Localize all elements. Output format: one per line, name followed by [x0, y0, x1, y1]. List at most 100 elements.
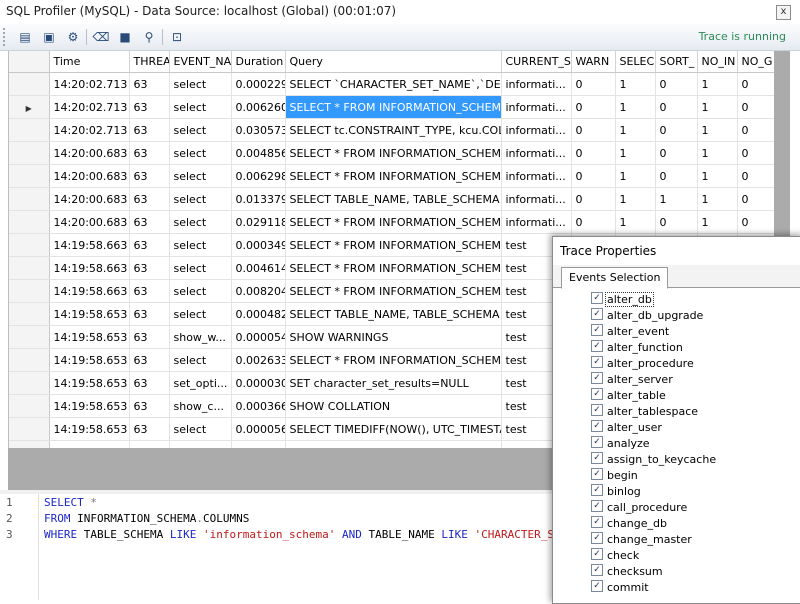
event-checkbox[interactable]: ✓: [591, 564, 603, 576]
event-checkbox[interactable]: ✓: [591, 308, 603, 320]
event-item[interactable]: ✓ assign_to_keycache: [591, 452, 717, 468]
cell-time[interactable]: 14:19:58.653: [49, 325, 130, 349]
cell-query[interactable]: SHOW WARNINGS: [285, 325, 502, 349]
cell-event-na[interactable]: select: [169, 279, 232, 303]
cell-current-s[interactable]: informati...: [501, 187, 572, 211]
cell-threa[interactable]: 63: [129, 417, 170, 441]
cell-current-s[interactable]: informati...: [501, 72, 572, 96]
cell-time[interactable]: 14:20:00.683: [49, 141, 130, 165]
event-checkbox[interactable]: ✓: [591, 532, 603, 544]
cell-duration[interactable]: 0.006260: [231, 95, 286, 119]
cell-sort[interactable]: 1: [655, 187, 698, 211]
cell-time[interactable]: 14:20:00.683: [49, 164, 130, 188]
cell-warn[interactable]: 0: [571, 210, 616, 234]
row-header[interactable]: [9, 164, 50, 188]
event-item[interactable]: ✓ alter_db_upgrade: [591, 308, 704, 324]
event-checkbox[interactable]: ✓: [591, 356, 603, 368]
event-item[interactable]: ✓ alter_event: [591, 324, 670, 340]
cell-no-in[interactable]: 1: [697, 72, 738, 96]
row-header[interactable]: ▶: [9, 95, 50, 119]
cell-query[interactable]: SHOW VARIABLES: [285, 440, 502, 448]
cell-sort[interactable]: 0: [655, 164, 698, 188]
cell-event-na[interactable]: select: [169, 256, 232, 280]
row-header[interactable]: [9, 256, 50, 280]
event-checkbox[interactable]: ✓: [591, 420, 603, 432]
cell-selec[interactable]: 1: [615, 95, 656, 119]
cell-duration[interactable]: 0.000030: [231, 371, 286, 395]
cell-query[interactable]: SELECT `CHARACTER_SET_NAME`,`DEFA...: [285, 72, 502, 96]
cell-current-s[interactable]: informati...: [501, 210, 572, 234]
event-checkbox[interactable]: ✓: [591, 324, 603, 336]
event-item[interactable]: ✓ change_master: [591, 532, 693, 548]
cell-threa[interactable]: 63: [129, 302, 170, 326]
table-row[interactable]: 14:20:00.683 63 select 0.006298 SELECT * FRO…: [9, 164, 775, 188]
cell-threa[interactable]: 63: [129, 187, 170, 211]
cell-no-in[interactable]: 1: [697, 95, 738, 119]
cell-time[interactable]: 14:20:00.683: [49, 210, 130, 234]
event-item[interactable]: ✓ alter_server: [591, 372, 674, 388]
cell-time[interactable]: 14:19:58.653: [49, 417, 130, 441]
column-header[interactable]: NO_IN: [697, 51, 738, 73]
event-item[interactable]: ✓ alter_tablespace: [591, 404, 699, 420]
cell-no-g[interactable]: 0: [737, 72, 775, 96]
row-header[interactable]: [9, 279, 50, 303]
cell-current-s[interactable]: informati...: [501, 118, 572, 142]
event-item[interactable]: ✓ analyze: [591, 436, 651, 452]
cell-selec[interactable]: 1: [615, 118, 656, 142]
cell-duration[interactable]: 0.013379: [231, 187, 286, 211]
cell-no-g[interactable]: 0: [737, 95, 775, 119]
cell-query[interactable]: SELECT * FROM INFORMATION_SCHEMA...: [285, 95, 502, 119]
column-header[interactable]: WARN: [571, 51, 616, 73]
cell-selec[interactable]: 1: [615, 187, 656, 211]
cell-time[interactable]: 14:20:02.713: [49, 118, 130, 142]
cell-duration[interactable]: 0.001155: [231, 440, 286, 448]
cell-sort[interactable]: 0: [655, 210, 698, 234]
event-item[interactable]: ✓ alter_user: [591, 420, 663, 436]
code-line[interactable]: FROM INFORMATION_SCHEMA.COLUMNS: [44, 512, 249, 525]
cell-threa[interactable]: 63: [129, 394, 170, 418]
cell-no-in[interactable]: 1: [697, 141, 738, 165]
cell-time[interactable]: 14:19:58.663: [49, 233, 130, 257]
cell-threa[interactable]: 63: [129, 440, 170, 448]
event-checkbox[interactable]: ✓: [591, 468, 603, 480]
row-header[interactable]: [9, 72, 50, 96]
cell-time[interactable]: 14:19:58.653: [49, 440, 130, 448]
cell-sort[interactable]: 0: [655, 95, 698, 119]
cell-duration[interactable]: 0.000366: [231, 394, 286, 418]
row-header[interactable]: [9, 417, 50, 441]
cell-threa[interactable]: 63: [129, 371, 170, 395]
cell-warn[interactable]: 0: [571, 141, 616, 165]
event-checkbox[interactable]: ✓: [591, 516, 603, 528]
cell-selec[interactable]: 1: [615, 210, 656, 234]
cell-time[interactable]: 14:20:00.683: [49, 187, 130, 211]
cell-duration[interactable]: 0.000056: [231, 417, 286, 441]
event-item[interactable]: ✓ check: [591, 548, 640, 564]
cell-selec[interactable]: 1: [615, 72, 656, 96]
table-row[interactable]: 14:20:00.683 63 select 0.013379 SELECT TABLE…: [9, 187, 775, 211]
cell-event-na[interactable]: select: [169, 95, 232, 119]
table-row[interactable]: 14:20:00.683 63 select 0.004856 SELECT * FRO…: [9, 141, 775, 165]
cell-event-na[interactable]: select: [169, 187, 232, 211]
cell-query[interactable]: SELECT * FROM INFORMATION_SCHEM...: [285, 210, 502, 234]
cell-event-na[interactable]: show_w...: [169, 325, 232, 349]
row-header[interactable]: [9, 348, 50, 372]
cell-sort[interactable]: 0: [655, 118, 698, 142]
close-icon[interactable]: x: [776, 5, 791, 20]
cell-event-na[interactable]: select: [169, 72, 232, 96]
cell-query[interactable]: SET character_set_results=NULL: [285, 371, 502, 395]
cell-current-s[interactable]: informati...: [501, 141, 572, 165]
cell-duration[interactable]: 0.029118: [231, 210, 286, 234]
cell-no-g[interactable]: 0: [737, 187, 775, 211]
event-checkbox[interactable]: ✓: [591, 404, 603, 416]
toolbar-grip[interactable]: [3, 28, 8, 46]
cell-event-na[interactable]: select: [169, 210, 232, 234]
cell-current-s[interactable]: informati...: [501, 164, 572, 188]
cell-warn[interactable]: 0: [571, 187, 616, 211]
table-row[interactable]: ▶ 14:20:02.713 63 select 0.006260 SELECT * FR…: [9, 95, 775, 119]
row-header[interactable]: [9, 371, 50, 395]
cell-no-g[interactable]: 0: [737, 141, 775, 165]
cell-duration[interactable]: 0.008204: [231, 279, 286, 303]
cell-event-na[interactable]: select: [169, 348, 232, 372]
cell-duration[interactable]: 0.002633: [231, 348, 286, 372]
trace-properties-icon[interactable]: ⚙: [64, 28, 82, 46]
